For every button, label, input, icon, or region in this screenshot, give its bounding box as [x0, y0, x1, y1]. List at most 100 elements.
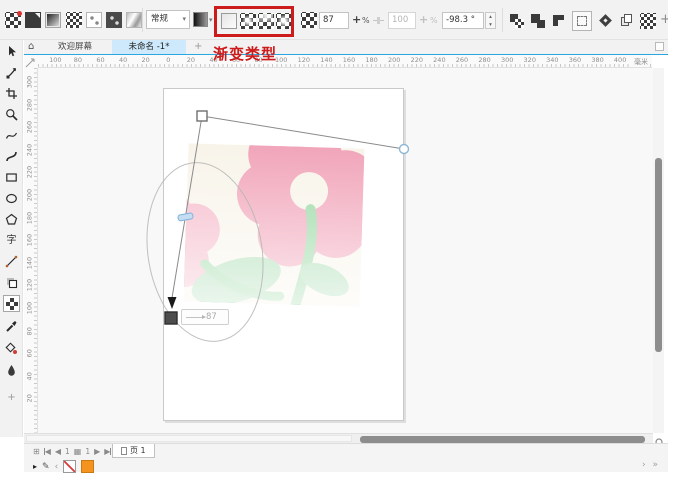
fill-style-dropdown[interactable]: 常规 ▾: [146, 10, 190, 29]
last-page-button[interactable]: ▶: [104, 448, 111, 456]
vertical-scrollbar-thumb[interactable]: [655, 158, 662, 352]
gradient-preview-swatch[interactable]: [193, 12, 208, 27]
node-value-tooltip: 87: [181, 309, 229, 325]
node-transparency-input[interactable]: 87: [319, 12, 349, 29]
new-document-tab-button[interactable]: +: [194, 41, 202, 52]
tab-untitled-document[interactable]: 未命名 -1*: [112, 40, 186, 54]
gradient-start-node[interactable]: [197, 111, 207, 121]
horizontal-scrollbar-thumb[interactable]: [360, 436, 645, 443]
vector-pattern-fill-icon[interactable]: [86, 12, 102, 28]
first-page-button[interactable]: ◀: [44, 448, 51, 456]
rotation-spinner[interactable]: ▴ ▾: [485, 12, 496, 29]
tab-welcome-screen[interactable]: 欢迎屏幕: [40, 40, 110, 54]
page-icon: [624, 14, 632, 23]
node-color-icon[interactable]: [301, 12, 317, 28]
parallel-dimension-tool[interactable]: [3, 253, 20, 270]
annotation-highlight-box: [214, 6, 294, 37]
ruler-numbers: 1008060402002040608010012014016018020022…: [44, 56, 654, 64]
ruler-number: 160: [338, 56, 361, 64]
ruler-origin-corner[interactable]: [24, 55, 38, 68]
fill-rotation-input[interactable]: -98.3 °: [442, 12, 484, 29]
vertical-scrollbar[interactable]: [653, 68, 664, 433]
artistic-media-tool[interactable]: [3, 148, 20, 165]
rectangle-tool[interactable]: [3, 169, 20, 186]
copy-fill-icon[interactable]: [619, 13, 635, 29]
chevron-down-icon[interactable]: ▾: [209, 16, 213, 24]
chevron-down-icon: ▾: [182, 11, 186, 28]
ellipse-tool[interactable]: [3, 190, 20, 207]
ruler-number: 200: [383, 56, 406, 64]
crop-tool[interactable]: [3, 85, 20, 102]
ruler-number: 20: [134, 56, 157, 64]
bitmap-pattern-fill-icon[interactable]: [106, 12, 122, 28]
fill-color-swatch[interactable]: [81, 460, 94, 473]
first-page-icon: ◀: [45, 448, 51, 456]
current-page-number: 1: [65, 447, 70, 456]
text-tool[interactable]: 字: [3, 232, 20, 249]
color-eyedropper-tool[interactable]: [3, 318, 20, 335]
gradient-edge-node[interactable]: [400, 145, 409, 154]
ruler-number: 260: [451, 56, 474, 64]
object-properties-arrow-icon[interactable]: ▸: [33, 462, 37, 471]
toolbox: 字 +: [0, 40, 23, 437]
crop-icon: [5, 87, 18, 100]
vertical-ruler[interactable]: 3002802602402202001801601401201008060402…: [24, 68, 38, 433]
drop-shadow-tool[interactable]: [3, 274, 20, 291]
transparency-stepper-icon[interactable]: +: [352, 13, 361, 26]
repeat-mirror-icon[interactable]: [530, 13, 546, 29]
freehand-tool[interactable]: [3, 127, 20, 144]
wrap-fill-icon[interactable]: [640, 13, 656, 29]
outline-no-fill-swatch[interactable]: [63, 460, 76, 473]
status-tools: ▸ ✎ ‹: [33, 460, 94, 473]
polygon-tool[interactable]: [3, 211, 20, 228]
page-selector-icon[interactable]: ▦: [74, 448, 82, 456]
fountain-fill-icon[interactable]: [45, 12, 61, 28]
scrollbar-page-proxy: [26, 435, 352, 442]
shape-edit-icon: [5, 66, 18, 79]
ruler-number: 280: [473, 56, 496, 64]
free-scale-skew-button[interactable]: [572, 11, 592, 31]
dimension-line-icon: [5, 255, 18, 268]
spinner-down-icon[interactable]: ▾: [486, 21, 495, 29]
gradient-end-node[interactable]: [165, 312, 177, 324]
add-page-icon[interactable]: ⊞: [33, 448, 40, 456]
next-page-button[interactable]: ▶: [94, 448, 100, 456]
horizontal-scrollbar[interactable]: [24, 433, 653, 443]
smooth-icon[interactable]: [598, 13, 614, 29]
ruler-number: 100: [44, 56, 67, 64]
edit-fill-icon[interactable]: [5, 12, 21, 28]
page-1-tab[interactable]: 页 1: [112, 444, 155, 458]
tab-bar-options-icon[interactable]: [655, 42, 664, 51]
add-tool-button[interactable]: +: [3, 389, 20, 406]
node-position-input[interactable]: 100: [388, 12, 416, 29]
total-page-number: 1: [85, 447, 90, 456]
texture-fill-icon[interactable]: [126, 12, 142, 28]
edge-pad-icon[interactable]: [551, 13, 567, 29]
drawing-canvas[interactable]: 87: [38, 68, 653, 433]
status-bar-more-chevrons[interactable]: › »: [642, 460, 660, 470]
spinner-up-icon[interactable]: ▴: [486, 13, 495, 21]
zoom-to-fit-button[interactable]: [654, 433, 667, 443]
horizontal-ruler[interactable]: 1008060402002040608010012014016018020022…: [38, 55, 652, 68]
smart-fill-tool[interactable]: [3, 340, 20, 357]
ruler-number: 40: [112, 56, 135, 64]
home-icon[interactable]: ⌂: [28, 41, 34, 52]
ruler-number: 0: [157, 56, 180, 64]
pattern-fill-icon[interactable]: [66, 12, 82, 28]
attributes-eyedropper-tool[interactable]: [3, 362, 20, 379]
cursor-icon: [5, 45, 18, 58]
zoom-tool[interactable]: [3, 106, 20, 123]
reverse-fill-icon[interactable]: [509, 13, 525, 29]
ruler-ticks: [34, 68, 37, 433]
interactive-fill-tool[interactable]: [3, 295, 20, 312]
overlap-squares-icon: [5, 276, 18, 289]
uniform-fill-icon[interactable]: [25, 12, 41, 28]
window-margin: [668, 0, 680, 479]
shape-tool[interactable]: [3, 64, 20, 81]
ruler-number: 340: [541, 56, 564, 64]
eyedropper-icon[interactable]: ✎: [42, 462, 50, 472]
pick-tool[interactable]: [3, 43, 20, 60]
gradient-midpoint-slider[interactable]: [178, 213, 194, 222]
previous-page-button[interactable]: ◀: [55, 448, 61, 456]
polygon-icon: [5, 213, 18, 226]
